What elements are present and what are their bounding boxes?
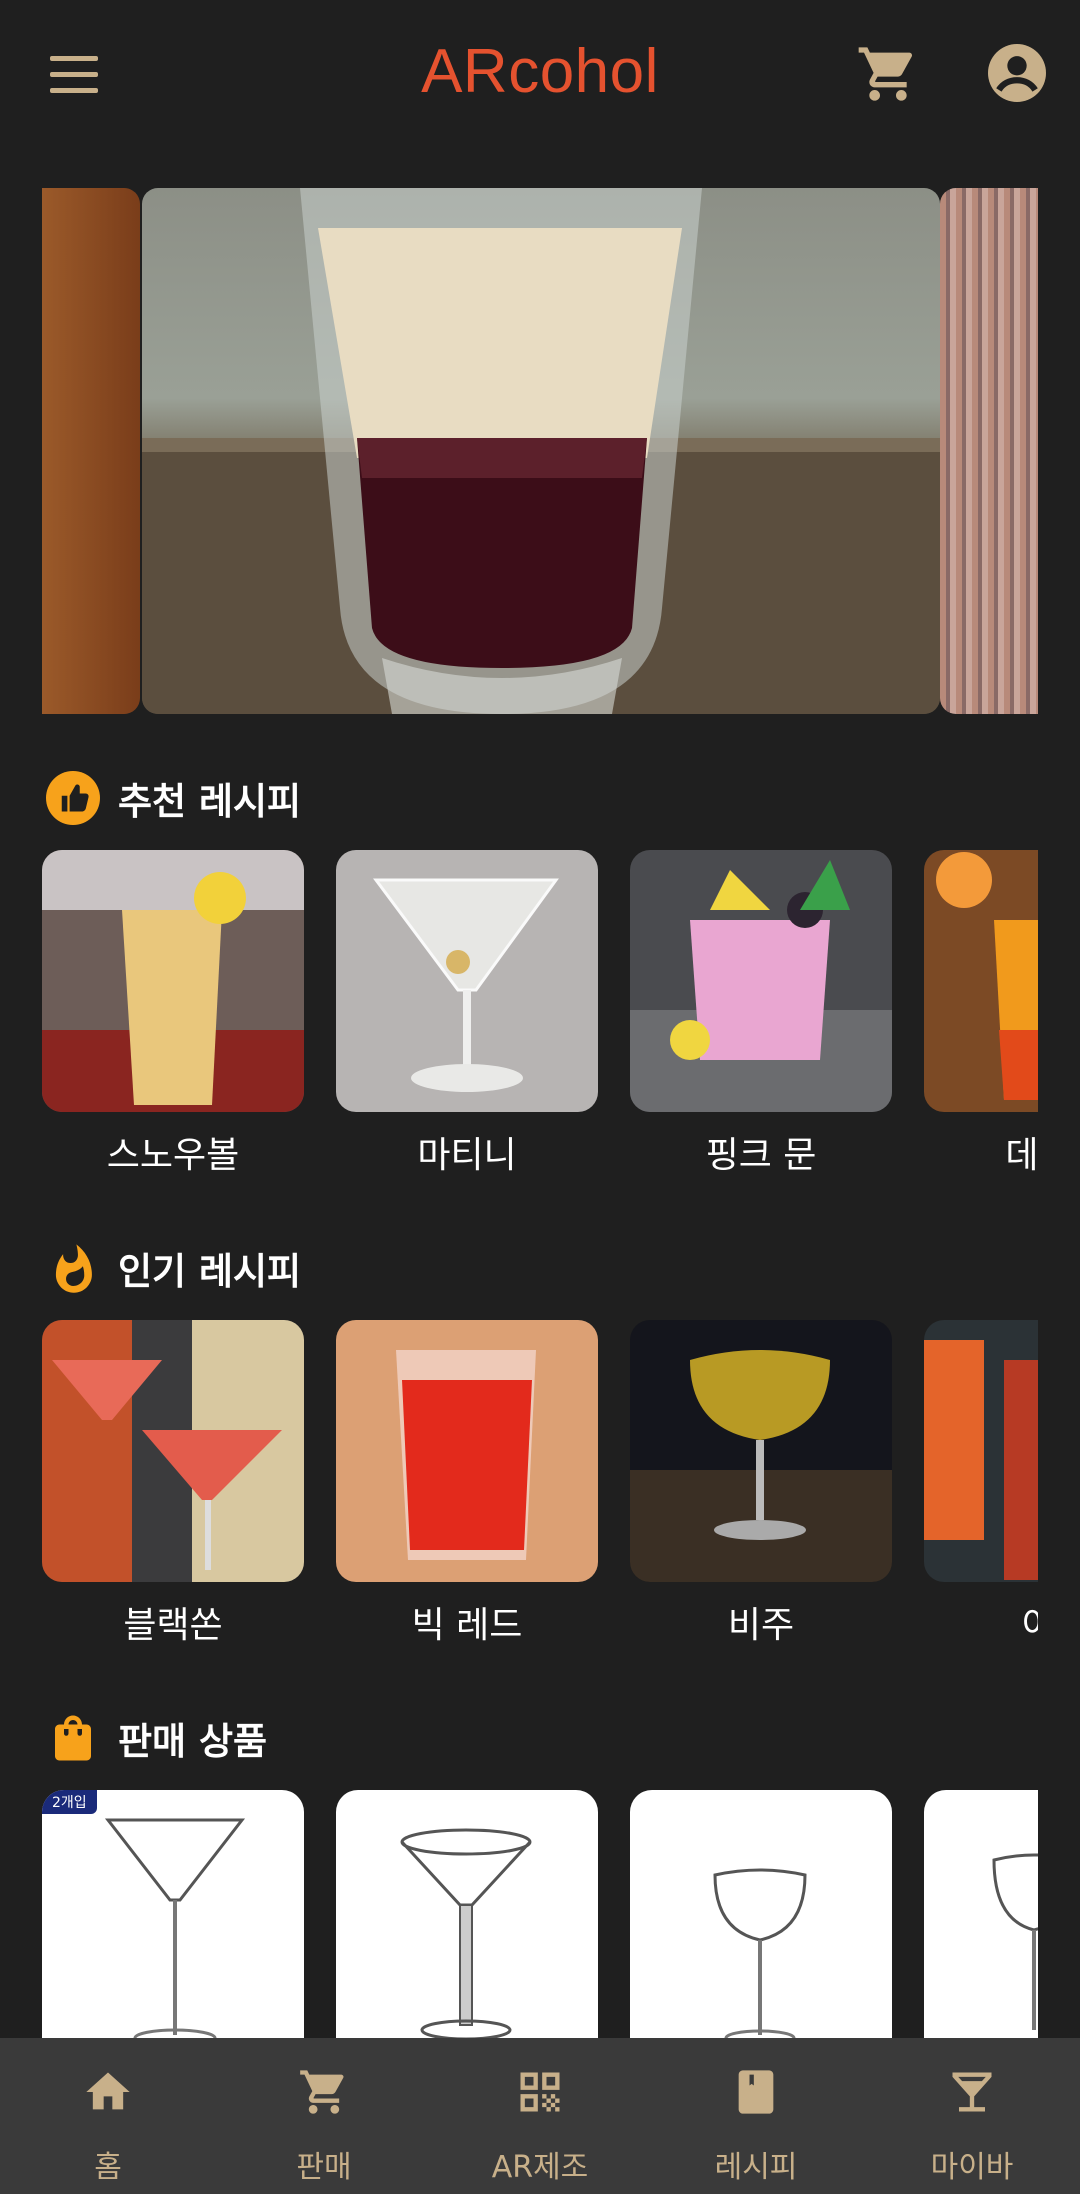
- book-icon: [738, 2070, 774, 2114]
- account-icon[interactable]: [988, 44, 1046, 102]
- recipe-card[interactable]: 블랙쏜: [42, 1320, 304, 1648]
- recipe-name: 아메: [924, 1596, 1038, 1648]
- recipe-image: [924, 850, 1038, 1112]
- section-title: 인기 레시피: [118, 1250, 302, 1293]
- recipe-card[interactable]: 아메: [924, 1320, 1038, 1648]
- nav-shop[interactable]: 판매: [216, 2038, 432, 2194]
- banner-slide-previous[interactable]: [42, 188, 140, 714]
- products-list[interactable]: 2개입: [42, 1790, 1038, 2040]
- recipe-name: 스노우볼: [106, 1135, 240, 1176]
- thumbs-up-icon: [46, 771, 100, 825]
- recipe-name: 빅 레드: [411, 1605, 523, 1646]
- product-card[interactable]: [336, 1790, 598, 2040]
- recipe-card[interactable]: 비주: [630, 1320, 892, 1648]
- recipe-name: 데킬라: [1005, 1135, 1038, 1176]
- nav-recipes[interactable]: 레시피: [648, 2038, 864, 2194]
- nav-label: 마이바: [930, 2150, 1014, 2185]
- recipe-image: [630, 1320, 892, 1582]
- recommended-section-header: 추천 레시피: [46, 770, 301, 826]
- product-image: [992, 1853, 1038, 2030]
- nav-label: 판매: [296, 2150, 352, 2185]
- recipe-image: [336, 1320, 598, 1582]
- nav-label: AR제조: [491, 2150, 589, 2185]
- recipe-card[interactable]: 핑크 문: [630, 850, 892, 1178]
- product-card[interactable]: [630, 1790, 892, 2040]
- layered-shot-image: [142, 188, 940, 714]
- product-image: [400, 1828, 532, 2040]
- shopping-bag-icon: [55, 1715, 91, 1761]
- fire-icon: [55, 1244, 92, 1293]
- popular-section-header: 인기 레시피: [46, 1240, 301, 1296]
- recipe-name: 비주: [727, 1605, 795, 1646]
- section-title: 추천 레시피: [118, 780, 302, 823]
- recipe-name: 블랙쏜: [123, 1605, 223, 1646]
- home-icon: [86, 2072, 130, 2110]
- banner-slide-current[interactable]: [142, 188, 940, 714]
- product-image: [104, 1818, 246, 2040]
- product-badge: 2개입: [42, 1790, 97, 1814]
- popular-list[interactable]: 블랙쏜 빅 레드 비주: [42, 1320, 1038, 1665]
- nav-home[interactable]: 홈: [0, 2038, 216, 2194]
- recipe-name: 핑크 문: [705, 1135, 817, 1176]
- qr-code-icon: [520, 2072, 560, 2112]
- recommended-list[interactable]: 스노우볼 마티니 핑크 문 데: [42, 850, 1038, 1195]
- bottom-navigation: 홈 판매 AR제조 레시피 마이바: [0, 2038, 1080, 2194]
- recipe-image: [336, 850, 598, 1112]
- recipe-image: [42, 850, 304, 1112]
- cart-icon: [300, 2070, 344, 2114]
- nav-label: 홈: [94, 2150, 122, 2185]
- products-section-header: 판매 상품: [46, 1710, 267, 1766]
- product-card[interactable]: [924, 1790, 1038, 2040]
- cocktail-glass-icon: [952, 2072, 992, 2112]
- section-title: 판매 상품: [118, 1720, 268, 1763]
- recipe-card[interactable]: 스노우볼: [42, 850, 304, 1178]
- recipe-name: 마티니: [417, 1135, 517, 1176]
- banner-carousel[interactable]: [42, 188, 1038, 714]
- nav-ar[interactable]: AR제조: [432, 2038, 648, 2194]
- cart-icon[interactable]: [856, 42, 920, 106]
- nav-label: 레시피: [714, 2150, 798, 2185]
- recipe-card[interactable]: 빅 레드: [336, 1320, 598, 1648]
- recipe-image: [924, 1320, 1038, 1582]
- recipe-image: [630, 850, 892, 1112]
- recipe-card[interactable]: 데킬라: [924, 850, 1038, 1178]
- product-card[interactable]: 2개입: [42, 1790, 304, 2040]
- product-image: [713, 1868, 807, 2040]
- recipe-card[interactable]: 마티니: [336, 850, 598, 1178]
- banner-slide-next[interactable]: [940, 188, 1038, 714]
- nav-mybar[interactable]: 마이바: [864, 2038, 1080, 2194]
- recipe-image: [42, 1320, 304, 1582]
- app-bar: ARcohol: [0, 0, 1080, 150]
